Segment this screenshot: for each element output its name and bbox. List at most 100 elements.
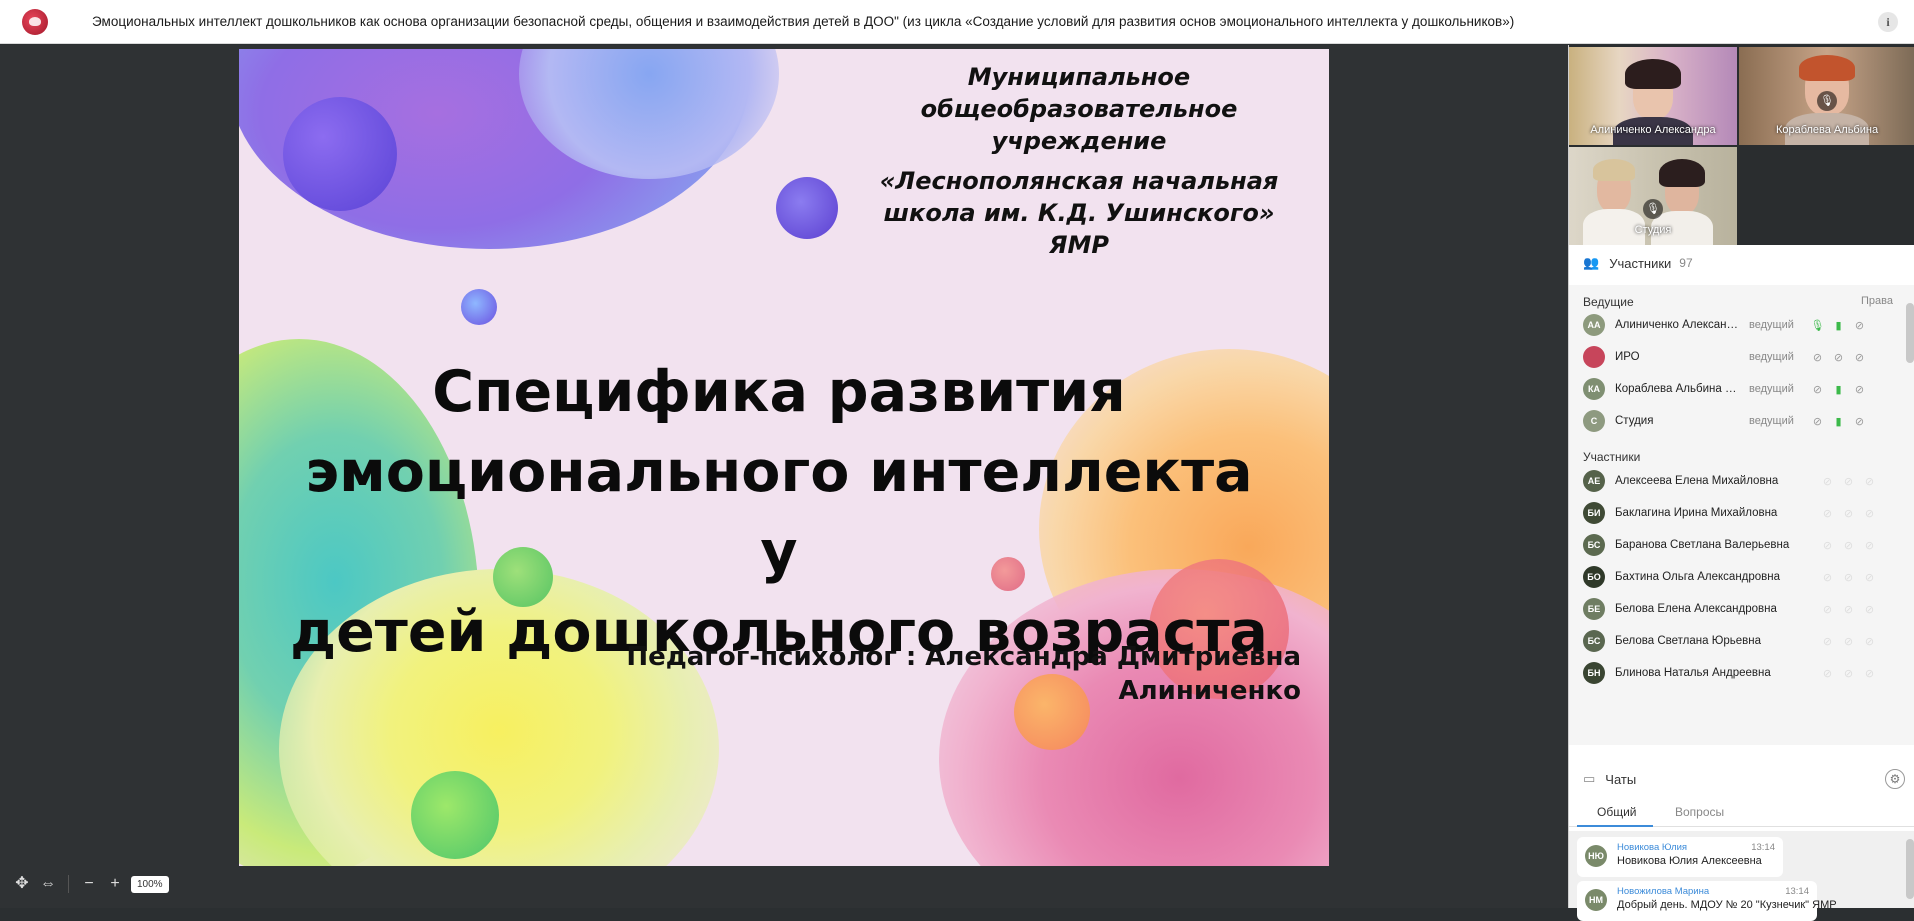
participant-row[interactable]: АЕ Алексеева Елена Михайловна ⊘ ⊘ ⊘ <box>1569 465 1901 497</box>
zoom-toolbar: ✥ ⇔ − + 100% <box>12 874 169 894</box>
chat-message: НМ Новожилова Марина 13:14 Добрый день. … <box>1577 881 1837 921</box>
camera-off-icon[interactable]: ⊘ <box>1840 603 1857 616</box>
tab-general[interactable]: Общий <box>1597 805 1637 819</box>
participant-row[interactable]: БС Белова Светлана Юрьевна ⊘ ⊘ ⊘ <box>1569 625 1901 657</box>
slide-decor-circle <box>411 771 499 859</box>
screen-share-off-icon[interactable]: ⊘ <box>1861 507 1878 520</box>
mic-off-icon[interactable]: ⊘ <box>1819 635 1836 648</box>
mic-off-icon[interactable]: ⊘ <box>1809 351 1826 364</box>
screen-share-off-icon[interactable]: ⊘ <box>1861 603 1878 616</box>
participants-scrollbar[interactable] <box>1906 303 1914 363</box>
org-line: учреждение <box>991 127 1167 155</box>
screen-share-off-icon[interactable]: ⊘ <box>1851 319 1868 332</box>
mic-off-icon[interactable]: ⊘ <box>1819 507 1836 520</box>
camera-off-icon[interactable]: ⊘ <box>1840 667 1857 680</box>
participant-row[interactable]: БС Баранова Светлана Валерьевна ⊘ ⊘ ⊘ <box>1569 529 1901 561</box>
organization-name: Муниципальное общеобразовательное учрежд… <box>854 61 1304 261</box>
camera-off-icon[interactable]: ⊘ <box>1840 635 1857 648</box>
mic-off-icon[interactable]: ⊘ <box>1819 571 1836 584</box>
camera-on-icon[interactable]: ▮ <box>1830 383 1847 396</box>
message-text: Добрый день. МДОУ № 20 "Кузнечик" ЯМР <box>1617 899 1837 911</box>
participant-name: Баранова Светлана Валерьевна <box>1615 539 1790 551</box>
slide-decor-circle <box>776 177 838 239</box>
info-icon[interactable]: i <box>1878 12 1898 32</box>
screen-share-off-icon[interactable]: ⊘ <box>1851 351 1868 364</box>
toolbar-divider <box>68 875 69 893</box>
message-time: 13:14 <box>1751 842 1775 853</box>
participant-row[interactable]: БИ Баклагина Ирина Михайловна ⊘ ⊘ ⊘ <box>1569 497 1901 529</box>
app-logo[interactable] <box>22 8 48 35</box>
mic-on-icon[interactable]: 🎙 <box>1809 319 1826 332</box>
host-row[interactable]: КА Кораблева Альбина Александровна ведущ… <box>1569 373 1901 405</box>
author-line: Алиниченко <box>1118 676 1301 706</box>
participant-name: Белова Светлана Юрьевна <box>1615 635 1761 647</box>
zoom-level[interactable]: 100% <box>131 875 169 893</box>
settings-icon[interactable]: ⚙ <box>1885 769 1905 789</box>
author-line: Педагог-психолог : Александра Дмитриевна <box>626 642 1301 672</box>
host-row[interactable]: С Студия ведущий ⊘ ▮ ⊘ <box>1569 405 1901 437</box>
video-tile[interactable]: Алиниченко Александра <box>1569 47 1737 145</box>
camera-off-icon[interactable]: ⊘ <box>1840 475 1857 488</box>
hosts-group-label: Ведущие <box>1583 295 1634 309</box>
screen-share-off-icon[interactable]: ⊘ <box>1851 415 1868 428</box>
webinar-title: Эмоциональных интеллект дошкольников как… <box>92 14 1515 29</box>
mic-off-icon[interactable]: ⊘ <box>1819 603 1836 616</box>
chat-tabs: Общий Вопросы <box>1569 797 1914 827</box>
camera-off-icon[interactable]: ⊘ <box>1840 571 1857 584</box>
camera-off-icon[interactable]: ⊘ <box>1830 351 1847 364</box>
video-tile[interactable]: 🎙 Кораблева Альбина <box>1739 47 1914 145</box>
screen-share-off-icon[interactable]: ⊘ <box>1861 635 1878 648</box>
chats-header[interactable]: ▭ Чаты ⚙ <box>1569 761 1914 797</box>
participant-name: Бахтина Ольга Александровна <box>1615 571 1781 583</box>
video-name: Кораблева Альбина <box>1775 124 1879 136</box>
mic-off-icon[interactable]: ⊘ <box>1809 415 1826 428</box>
camera-off-icon[interactable]: ⊘ <box>1840 539 1857 552</box>
chat-panel: ▭ Чаты ⚙ Общий Вопросы НЮ Новикова Юлия … <box>1569 761 1914 921</box>
participants-list[interactable]: Ведущие Права АА Алиниченко Александра Д… <box>1569 285 1914 745</box>
mic-off-icon[interactable]: ⊘ <box>1819 539 1836 552</box>
screen-share-off-icon[interactable]: ⊘ <box>1861 571 1878 584</box>
message-author[interactable]: Новикова Юлия <box>1617 842 1687 853</box>
participant-name: Кораблева Альбина Александровна <box>1615 383 1743 395</box>
participant-row[interactable]: БО Бахтина Ольга Александровна ⊘ ⊘ ⊘ <box>1569 561 1901 593</box>
slide-decor-circle <box>283 97 397 211</box>
chat-messages[interactable]: НЮ Новикова Юлия 13:14 Новикова Юлия Але… <box>1569 831 1914 921</box>
participants-header[interactable]: 👥 Участники 97 <box>1569 245 1914 281</box>
avatar: АЕ <box>1583 470 1605 492</box>
host-row[interactable]: ИРО ведущий ⊘ ⊘ ⊘ <box>1569 341 1901 373</box>
camera-off-icon[interactable]: ⊘ <box>1840 507 1857 520</box>
slide-decor-circle <box>461 289 497 325</box>
camera-on-icon[interactable]: ▮ <box>1830 415 1847 428</box>
fit-width-icon[interactable]: ⇔ <box>38 874 58 894</box>
move-icon[interactable]: ✥ <box>12 874 32 894</box>
screen-share-off-icon[interactable]: ⊘ <box>1851 383 1868 396</box>
zoom-in-button[interactable]: + <box>105 874 125 894</box>
camera-on-icon[interactable]: ▮ <box>1830 319 1847 332</box>
rights-label: Права <box>1861 295 1893 307</box>
presentation-slide: Муниципальное общеобразовательное учрежд… <box>239 49 1329 866</box>
participant-row[interactable]: БН Блинова Наталья Андреевна ⊘ ⊘ ⊘ <box>1569 657 1901 689</box>
video-tile[interactable]: 🎙 Студия <box>1569 147 1737 245</box>
video-grid: Алиниченко Александра 🎙 Кораблева Альбин… <box>1569 45 1914 245</box>
video-name: Студия <box>1634 224 1672 236</box>
message-author[interactable]: Новожилова Марина <box>1617 886 1709 897</box>
slide-author: Педагог-психолог : Александра Дмитриевна… <box>541 640 1301 708</box>
mic-off-icon: 🎙 <box>1817 91 1837 111</box>
participant-role: ведущий <box>1749 351 1794 363</box>
chats-title: Чаты <box>1605 771 1637 787</box>
host-row[interactable]: АА Алиниченко Александра Дмитриевна веду… <box>1569 309 1901 341</box>
screen-share-off-icon[interactable]: ⊘ <box>1861 539 1878 552</box>
screen-share-off-icon[interactable]: ⊘ <box>1861 667 1878 680</box>
tab-questions[interactable]: Вопросы <box>1675 805 1724 819</box>
mic-off-icon[interactable]: ⊘ <box>1809 383 1826 396</box>
mic-off-icon[interactable]: ⊘ <box>1819 667 1836 680</box>
participant-row[interactable]: БЕ Белова Елена Александровна ⊘ ⊘ ⊘ <box>1569 593 1901 625</box>
participants-count: 97 <box>1679 256 1693 270</box>
screen-share-off-icon[interactable]: ⊘ <box>1861 475 1878 488</box>
zoom-out-button[interactable]: − <box>79 874 99 894</box>
avatar: БС <box>1583 534 1605 556</box>
title-bar: Эмоциональных интеллект дошкольников как… <box>0 0 1914 44</box>
chat-scrollbar[interactable] <box>1906 839 1914 899</box>
mic-off-icon[interactable]: ⊘ <box>1819 475 1836 488</box>
participant-name: Алексеева Елена Михайловна <box>1615 475 1779 487</box>
